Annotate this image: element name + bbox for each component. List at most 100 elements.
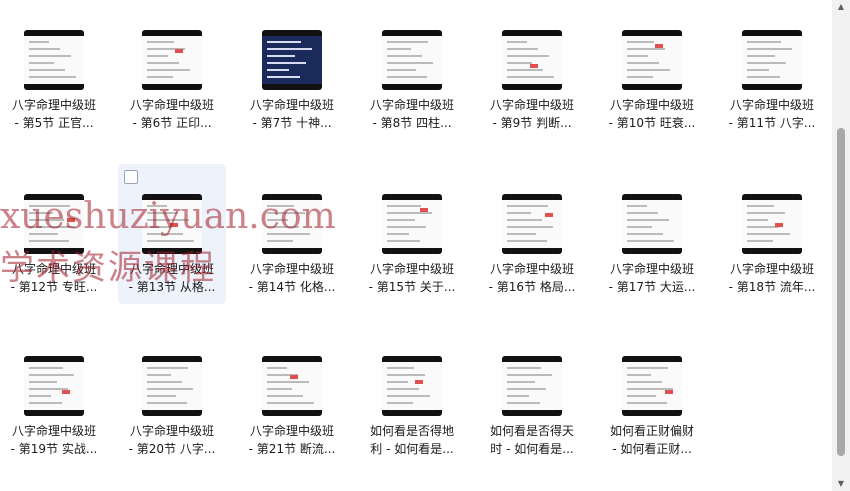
file-name-line1: 八字命理中级班 bbox=[369, 262, 454, 276]
file-item[interactable]: 如何看是否得地利 - 如何看是... bbox=[358, 326, 466, 466]
video-thumbnail bbox=[622, 194, 682, 254]
file-name: 如何看正财偏财 - 如何看正财... bbox=[598, 422, 706, 458]
file-name: 如何看是否得天时 - 如何看是... bbox=[478, 422, 586, 458]
file-item[interactable]: 八字命理中级班 - 第15节 关于... bbox=[358, 164, 466, 304]
file-item[interactable]: 八字命理中级班 - 第9节 判断... bbox=[478, 0, 586, 140]
file-item[interactable]: 八字命理中级班 - 第8节 四柱... bbox=[358, 0, 466, 140]
file-name: 八字命理中级班 - 第19节 实战... bbox=[0, 422, 108, 458]
file-name-line1: 八字命理中级班 bbox=[11, 262, 96, 276]
file-name-line2: - 第17节 大运... bbox=[608, 280, 696, 294]
file-name: 八字命理中级班 - 第17节 大运... bbox=[598, 260, 706, 296]
file-name-line1: 如何看是否得天 bbox=[489, 424, 574, 438]
file-name-line2: - 第13节 从格... bbox=[128, 280, 216, 294]
video-thumbnail bbox=[502, 356, 562, 416]
video-thumbnail bbox=[502, 30, 562, 90]
file-name-line2: - 如何看正财... bbox=[612, 442, 692, 456]
video-thumbnail bbox=[262, 30, 322, 90]
file-name: 八字命理中级班 - 第8节 四柱... bbox=[358, 96, 466, 132]
file-name: 八字命理中级班 - 第13节 从格... bbox=[118, 260, 226, 296]
file-name: 八字命理中级班 - 第10节 旺衰... bbox=[598, 96, 706, 132]
file-item[interactable]: 八字命理中级班 - 第19节 实战... bbox=[0, 326, 108, 466]
file-name-line1: 八字命理中级班 bbox=[11, 424, 96, 438]
video-thumbnail bbox=[142, 356, 202, 416]
file-item[interactable]: 八字命理中级班 - 第20节 八字... bbox=[118, 326, 226, 466]
vertical-scrollbar[interactable]: ▲ ▼ bbox=[832, 0, 850, 491]
file-item[interactable]: 八字命理中级班 - 第6节 正印... bbox=[118, 0, 226, 140]
file-name: 八字命理中级班 - 第6节 正印... bbox=[118, 96, 226, 132]
file-name-line1: 八字命理中级班 bbox=[729, 98, 814, 112]
file-item[interactable]: 如何看正财偏财 - 如何看正财... bbox=[598, 326, 706, 466]
video-thumbnail bbox=[742, 194, 802, 254]
video-thumbnail bbox=[622, 30, 682, 90]
file-item[interactable]: 八字命理中级班 - 第7节 十神... bbox=[238, 0, 346, 140]
file-name-line1: 八字命理中级班 bbox=[249, 262, 334, 276]
file-name-line2: - 第11节 八字... bbox=[728, 116, 816, 130]
file-name-line2: - 第15节 关于... bbox=[368, 280, 456, 294]
video-thumbnail bbox=[24, 194, 84, 254]
file-name-line2: - 第6节 正印... bbox=[132, 116, 212, 130]
video-thumbnail bbox=[742, 30, 802, 90]
video-thumbnail bbox=[262, 194, 322, 254]
file-item[interactable]: 八字命理中级班 - 第10节 旺衰... bbox=[598, 0, 706, 140]
file-name-line1: 八字命理中级班 bbox=[249, 98, 334, 112]
file-name: 八字命理中级班 - 第16节 格局... bbox=[478, 260, 586, 296]
scroll-down-icon[interactable]: ▼ bbox=[832, 477, 850, 491]
select-checkbox[interactable] bbox=[124, 170, 138, 184]
file-name-line2: - 第21节 断流... bbox=[248, 442, 336, 456]
file-name-line1: 八字命理中级班 bbox=[489, 262, 574, 276]
file-name: 八字命理中级班 - 第21节 断流... bbox=[238, 422, 346, 458]
file-item[interactable]: 八字命理中级班 - 第5节 正官... bbox=[0, 0, 108, 140]
file-name-line1: 八字命理中级班 bbox=[609, 262, 694, 276]
file-name-line1: 如何看是否得地 bbox=[369, 424, 454, 438]
scrollbar-thumb[interactable] bbox=[837, 128, 845, 456]
file-name: 八字命理中级班 - 第7节 十神... bbox=[238, 96, 346, 132]
file-item[interactable]: 八字命理中级班 - 第16节 格局... bbox=[478, 164, 586, 304]
video-thumbnail bbox=[502, 194, 562, 254]
video-thumbnail bbox=[382, 30, 442, 90]
file-name-line1: 如何看正财偏财 bbox=[609, 424, 694, 438]
file-name-line1: 八字命理中级班 bbox=[489, 98, 574, 112]
scroll-up-icon[interactable]: ▲ bbox=[832, 0, 850, 14]
file-name-line2: - 第19节 实战... bbox=[10, 442, 98, 456]
file-item[interactable]: 八字命理中级班 - 第17节 大运... bbox=[598, 164, 706, 304]
file-name-line2: - 第18节 流年... bbox=[728, 280, 816, 294]
video-thumbnail bbox=[142, 194, 202, 254]
file-name: 八字命理中级班 - 第11节 八字... bbox=[718, 96, 826, 132]
video-thumbnail bbox=[262, 356, 322, 416]
video-thumbnail bbox=[142, 30, 202, 90]
file-item[interactable]: 八字命理中级班 - 第11节 八字... bbox=[718, 0, 826, 140]
file-name-line1: 八字命理中级班 bbox=[609, 98, 694, 112]
file-name-line1: 八字命理中级班 bbox=[129, 424, 214, 438]
file-item[interactable]: 如何看是否得天时 - 如何看是... bbox=[478, 326, 586, 466]
video-thumbnail bbox=[24, 356, 84, 416]
file-name: 八字命理中级班 - 第9节 判断... bbox=[478, 96, 586, 132]
video-thumbnail bbox=[24, 30, 84, 90]
file-name-line1: 八字命理中级班 bbox=[369, 98, 454, 112]
file-name-line2: - 第14节 化格... bbox=[248, 280, 336, 294]
file-name: 八字命理中级班 - 第18节 流年... bbox=[718, 260, 826, 296]
file-name-line2: - 第7节 十神... bbox=[252, 116, 332, 130]
video-thumbnail bbox=[382, 356, 442, 416]
file-name: 八字命理中级班 - 第12节 专旺... bbox=[0, 260, 108, 296]
file-name-line2: 利 - 如何看是... bbox=[370, 442, 454, 456]
file-name-line1: 八字命理中级班 bbox=[249, 424, 334, 438]
file-name-line2: - 第12节 专旺... bbox=[10, 280, 98, 294]
file-name: 八字命理中级班 - 第15节 关于... bbox=[358, 260, 466, 296]
file-item[interactable]: 八字命理中级班 - 第14节 化格... bbox=[238, 164, 346, 304]
file-name-line2: - 第20节 八字... bbox=[128, 442, 216, 456]
file-name-line1: 八字命理中级班 bbox=[729, 262, 814, 276]
file-item[interactable]: 八字命理中级班 - 第12节 专旺... bbox=[0, 164, 108, 304]
video-thumbnail bbox=[382, 194, 442, 254]
file-name: 如何看是否得地利 - 如何看是... bbox=[358, 422, 466, 458]
file-grid: 八字命理中级班 - 第5节 正官... 八字命理中级班 - 第6节 正印... 八字命理… bbox=[0, 0, 830, 491]
file-name-line1: 八字命理中级班 bbox=[129, 262, 214, 276]
file-name-line2: - 第8节 四柱... bbox=[372, 116, 452, 130]
file-name: 八字命理中级班 - 第5节 正官... bbox=[0, 96, 108, 132]
file-name-line2: - 第9节 判断... bbox=[492, 116, 572, 130]
file-name: 八字命理中级班 - 第20节 八字... bbox=[118, 422, 226, 458]
file-name-line2: - 第10节 旺衰... bbox=[608, 116, 696, 130]
file-item[interactable]: 八字命理中级班 - 第21节 断流... bbox=[238, 326, 346, 466]
file-item[interactable]: 八字命理中级班 - 第18节 流年... bbox=[718, 164, 826, 304]
file-item[interactable]: 八字命理中级班 - 第13节 从格... bbox=[118, 164, 226, 304]
file-name: 八字命理中级班 - 第14节 化格... bbox=[238, 260, 346, 296]
